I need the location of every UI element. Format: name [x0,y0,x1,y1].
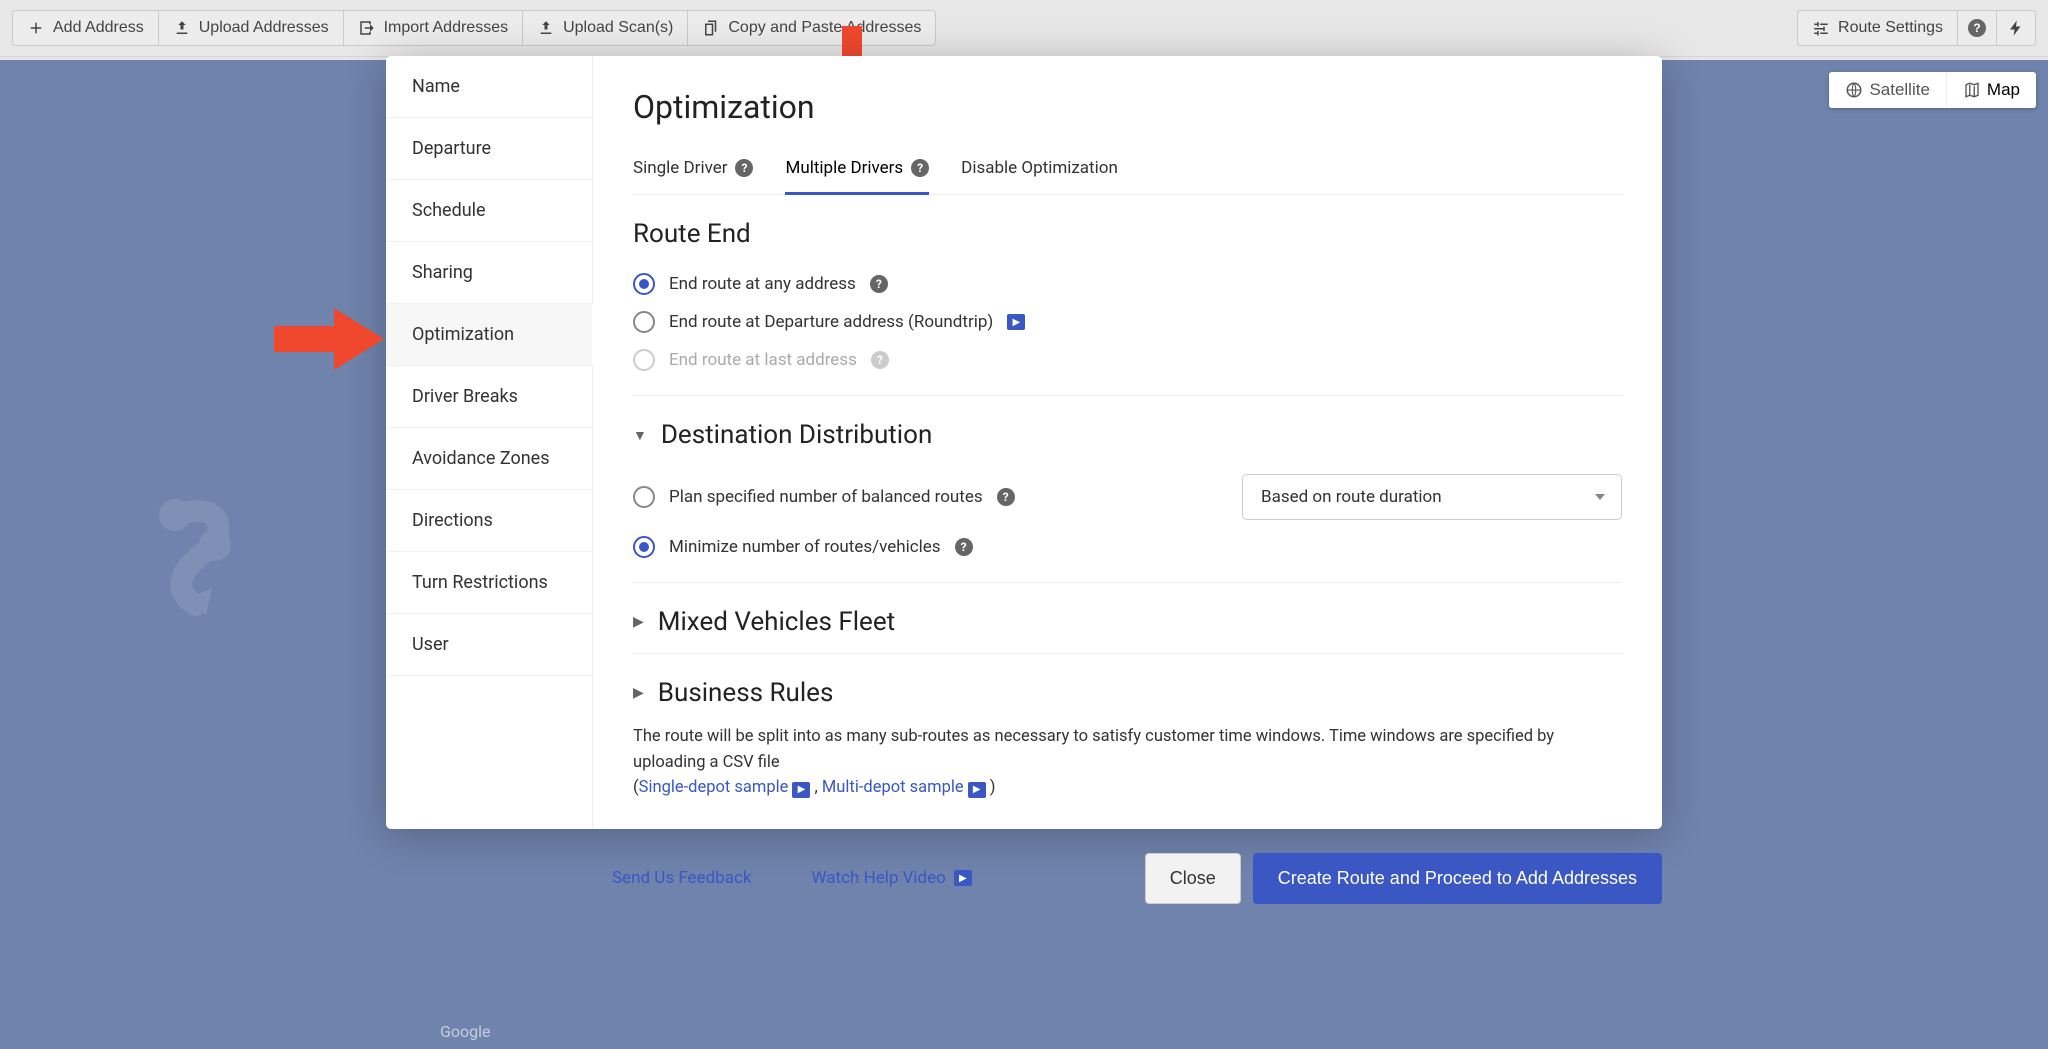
driver-mode-tabs: Single Driver ? Multiple Drivers ? Disab… [633,144,1622,195]
modal-footer: Send Us Feedback Watch Help Video ▶ Clos… [386,829,1662,928]
sidebar-item-directions[interactable]: Directions [386,490,592,552]
radio-label: Minimize number of routes/vehicles [669,537,941,557]
mixed-vehicles-fleet-header[interactable]: ▶ Mixed Vehicles Fleet [633,607,1622,637]
balance-basis-select[interactable]: Based on route duration [1242,474,1622,520]
sidebar-item-name[interactable]: Name [386,56,592,118]
link-label: Single-depot sample [639,778,789,797]
help-icon[interactable]: ? [955,538,973,556]
info-text: The route will be split into as many sub… [633,724,1622,801]
close-button[interactable]: Close [1145,853,1241,904]
tab-label: Single Driver [633,158,727,178]
help-icon: ? [871,351,889,369]
radio-icon [633,349,655,371]
caret-right-icon: ▶ [633,614,644,630]
link-label: Multi-depot sample [822,778,964,797]
help-icon[interactable]: ? [870,275,888,293]
tab-label: Multiple Drivers [785,158,903,178]
tab-disable-optimization[interactable]: Disable Optimization [961,144,1118,195]
sidebar-item-avoidance-zones[interactable]: Avoidance Zones [386,428,592,490]
radio-icon [633,273,655,295]
play-icon[interactable]: ▶ [968,782,986,798]
divider [633,395,1622,396]
settings-sidebar: Name Departure Schedule Sharing Optimiza… [386,56,593,829]
destination-distribution-header[interactable]: ▼ Destination Distribution [633,420,1622,450]
sidebar-item-label: Schedule [412,200,486,221]
link-label: Watch Help Video [811,868,945,888]
section-label: Business Rules [658,678,834,708]
modal-backdrop: Name Departure Schedule Sharing Optimiza… [0,0,2048,1049]
caret-right-icon: ▶ [633,685,644,701]
multi-depot-sample-link[interactable]: Multi-depot sample [822,778,964,797]
tab-label: Disable Optimization [961,158,1118,178]
divider [633,582,1622,583]
sidebar-item-sharing[interactable]: Sharing [386,242,592,304]
radio-icon [633,486,655,508]
sidebar-item-optimization[interactable]: Optimization [386,304,592,366]
button-label: Close [1170,868,1216,888]
sidebar-item-label: Sharing [412,262,473,283]
button-label: Create Route and Proceed to Add Addresse… [1278,868,1637,888]
minimize-routes-row[interactable]: Minimize number of routes/vehicles ? [633,528,1622,566]
sidebar-item-label: Departure [412,138,491,159]
sidebar-item-departure[interactable]: Departure [386,118,592,180]
tab-multiple-drivers[interactable]: Multiple Drivers ? [785,144,929,195]
send-feedback-link[interactable]: Send Us Feedback [612,868,751,888]
sidebar-item-driver-breaks[interactable]: Driver Breaks [386,366,592,428]
section-label: Destination Distribution [661,420,932,450]
section-label: Mixed Vehicles Fleet [658,607,895,637]
tab-single-driver[interactable]: Single Driver ? [633,144,753,195]
sidebar-item-turn-restrictions[interactable]: Turn Restrictions [386,552,592,614]
watch-help-video-link[interactable]: Watch Help Video ▶ [811,868,971,888]
create-route-button[interactable]: Create Route and Proceed to Add Addresse… [1253,853,1662,904]
help-icon[interactable]: ? [911,159,929,177]
play-icon[interactable]: ▶ [792,782,810,798]
sidebar-item-user[interactable]: User [386,614,592,676]
panel-heading: Optimization [633,88,1622,126]
sidebar-item-label: Avoidance Zones [412,448,550,469]
radio-label: Plan specified number of balanced routes [669,487,983,507]
radio-icon [633,536,655,558]
sidebar-item-label: Directions [412,510,493,531]
divider [633,653,1622,654]
radio-icon [633,311,655,333]
sidebar-item-label: User [412,634,449,655]
link-label: Send Us Feedback [612,868,751,888]
radio-label: End route at any address [669,274,856,294]
info-text-body: The route will be split into as many sub… [633,727,1554,772]
help-icon[interactable]: ? [997,488,1015,506]
route-end-roundtrip-row[interactable]: End route at Departure address (Roundtri… [633,303,1622,341]
sidebar-item-schedule[interactable]: Schedule [386,180,592,242]
single-depot-sample-link[interactable]: Single-depot sample [639,778,789,797]
sidebar-item-label: Turn Restrictions [412,572,548,593]
select-value: Based on route duration [1261,487,1442,507]
sidebar-item-label: Optimization [412,324,514,345]
play-icon[interactable]: ▶ [1007,314,1025,330]
sidebar-item-label: Driver Breaks [412,386,518,407]
route-end-last-row: End route at last address ? [633,341,1622,379]
play-icon: ▶ [954,870,972,886]
business-rules-header[interactable]: ▶ Business Rules [633,678,1622,708]
caret-down-icon: ▼ [633,427,647,444]
radio-label: End route at last address [669,350,857,370]
optimization-panel: Optimization Single Driver ? Multiple Dr… [593,56,1662,829]
route-settings-modal: Name Departure Schedule Sharing Optimiza… [386,56,1662,928]
balanced-routes-row[interactable]: Plan specified number of balanced routes… [633,486,1015,508]
route-end-any-row[interactable]: End route at any address ? [633,265,1622,303]
radio-label: End route at Departure address (Roundtri… [669,312,993,332]
help-icon[interactable]: ? [735,159,753,177]
route-end-title: Route End [633,219,1622,249]
sidebar-item-label: Name [412,76,460,97]
